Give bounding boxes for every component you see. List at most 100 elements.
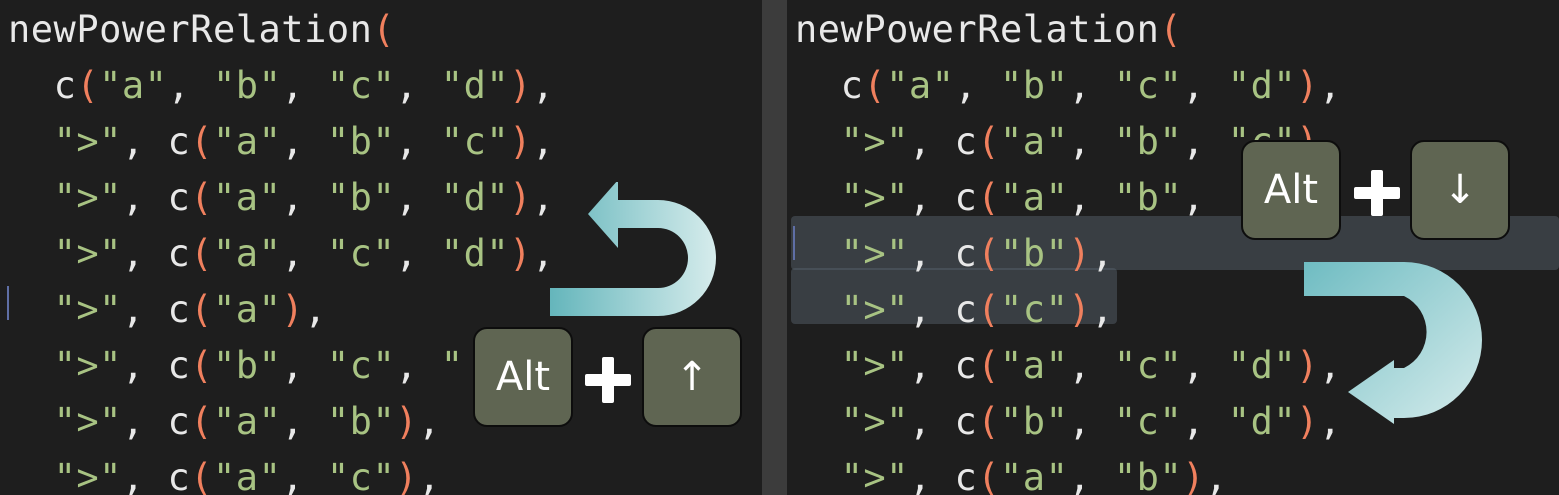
- code-token-punc: ,: [908, 120, 955, 163]
- code-line[interactable]: ">", c("a", "b"),: [795, 450, 1228, 495]
- curved-arrow-down-icon: [1304, 262, 1482, 424]
- code-token-str: "b": [1113, 120, 1183, 163]
- code-token-str: "b": [213, 344, 282, 387]
- code-line[interactable]: newPowerRelation(: [8, 2, 395, 58]
- code-token-fn: c: [167, 288, 191, 331]
- alt-key: Alt: [473, 327, 573, 427]
- code-token-fn: c: [167, 120, 191, 163]
- code-token-paren: ): [1068, 288, 1092, 331]
- code-token-punc: ,: [121, 344, 168, 387]
- code-token-str: "a": [213, 232, 282, 275]
- code-line[interactable]: newPowerRelation(: [795, 2, 1182, 58]
- code-token-paren: ): [509, 176, 532, 219]
- code-line[interactable]: ">", c("a", "b",: [795, 170, 1205, 226]
- code-token-str: ">": [53, 232, 122, 275]
- code-token-punc: ,: [908, 232, 955, 275]
- code-line[interactable]: ">", c("a"),: [8, 282, 327, 338]
- code-token-fn: c: [167, 176, 191, 219]
- code-token-str: ">": [840, 344, 909, 387]
- arrow-up-key: ↑: [642, 327, 742, 427]
- code-token-str: "b": [1000, 232, 1069, 275]
- code-token-fn: c: [954, 456, 978, 495]
- code-token-fn: newPowerRelation: [8, 8, 373, 51]
- code-token-str: "b": [326, 120, 396, 163]
- code-token-str: "b": [326, 176, 396, 219]
- code-token-str: "c": [1113, 64, 1183, 107]
- code-token-paren: (: [190, 288, 214, 331]
- code-line[interactable]: ">", c("a", "b"),: [8, 394, 441, 450]
- code-line[interactable]: ">", c("b", "c", ": [8, 338, 464, 394]
- code-token-punc: ,: [1091, 232, 1114, 275]
- code-line[interactable]: ">", c("a", "c", "d"),: [795, 338, 1342, 394]
- code-token-paren: ): [509, 64, 532, 107]
- code-token-fn: c: [840, 64, 864, 107]
- code-token-str: "b": [1000, 64, 1069, 107]
- code-line[interactable]: ">", c("a", "b", "d"),: [8, 170, 555, 226]
- code-token-str: ">": [53, 288, 122, 331]
- code-token-str: "a": [1000, 176, 1069, 219]
- code-token-punc: ,: [1068, 344, 1114, 387]
- code-token-punc: ,: [281, 120, 327, 163]
- code-token-str: "d": [440, 176, 510, 219]
- code-token-punc: ,: [395, 232, 441, 275]
- code-token-paren: (: [190, 232, 214, 275]
- code-token-fn: c: [167, 456, 191, 495]
- code-token-punc: ,: [1068, 400, 1114, 443]
- code-token-str: "c": [440, 120, 510, 163]
- code-token-punc: ,: [1068, 456, 1114, 495]
- code-line[interactable]: c("a", "b", "c", "d"),: [795, 58, 1342, 114]
- code-token-paren: (: [977, 456, 1001, 495]
- code-token-punc: ,: [121, 232, 168, 275]
- code-token-punc: ,: [167, 64, 214, 107]
- code-token-paren: ): [509, 232, 532, 275]
- code-token-punc: ,: [281, 232, 327, 275]
- code-token-str: ">": [53, 456, 122, 495]
- code-line[interactable]: ">", c("b", "c", "d"),: [795, 394, 1342, 450]
- code-token-punc: ,: [1182, 64, 1228, 107]
- code-line[interactable]: ">", c("a", "b", "c"),: [8, 114, 555, 170]
- code-token-punc: ,: [531, 120, 555, 163]
- code-line[interactable]: ">", c("a", "c", "d"),: [8, 226, 555, 282]
- plus-icon: [585, 357, 631, 403]
- code-token-punc: ,: [121, 456, 168, 495]
- code-token-punc: ,: [1182, 176, 1206, 219]
- code-token-punc: ,: [281, 64, 327, 107]
- code-token-str: ">": [53, 120, 122, 163]
- code-token-str: ": [440, 344, 464, 387]
- code-token-str: ">": [840, 120, 909, 163]
- code-token-paren: (: [190, 456, 214, 495]
- code-token-fn: newPowerRelation: [795, 8, 1160, 51]
- code-token-punc: ,: [1182, 400, 1228, 443]
- code-line[interactable]: ">", c("c"),: [795, 282, 1114, 338]
- code-token-str: "b": [1113, 176, 1183, 219]
- code-token-str: "d": [1227, 400, 1297, 443]
- code-token-paren: ): [1182, 456, 1206, 495]
- code-token-paren: (: [977, 400, 1001, 443]
- code-token-str: "b": [326, 400, 396, 443]
- code-token-punc: ,: [1318, 64, 1342, 107]
- code-line[interactable]: ">", c("a", "c"),: [8, 450, 441, 495]
- code-line[interactable]: ">", c("b"),: [795, 226, 1114, 282]
- code-token-paren: ): [1068, 232, 1092, 275]
- code-token-punc: ,: [908, 176, 955, 219]
- code-token-punc: ,: [281, 400, 327, 443]
- code-token-paren: (: [190, 400, 214, 443]
- code-line[interactable]: c("a", "b", "c", "d"),: [8, 58, 555, 114]
- curved-arrow-up-icon: [550, 182, 716, 316]
- code-token-str: ">": [53, 344, 122, 387]
- code-token-paren: (: [190, 344, 214, 387]
- code-token-paren: (: [977, 176, 1001, 219]
- code-token-paren: (: [977, 344, 1001, 387]
- code-token-str: ">": [840, 456, 909, 495]
- code-token-punc: ,: [1068, 120, 1114, 163]
- code-token-punc: ,: [395, 176, 441, 219]
- code-token-str: "c": [326, 456, 396, 495]
- code-token-fn: c: [167, 232, 191, 275]
